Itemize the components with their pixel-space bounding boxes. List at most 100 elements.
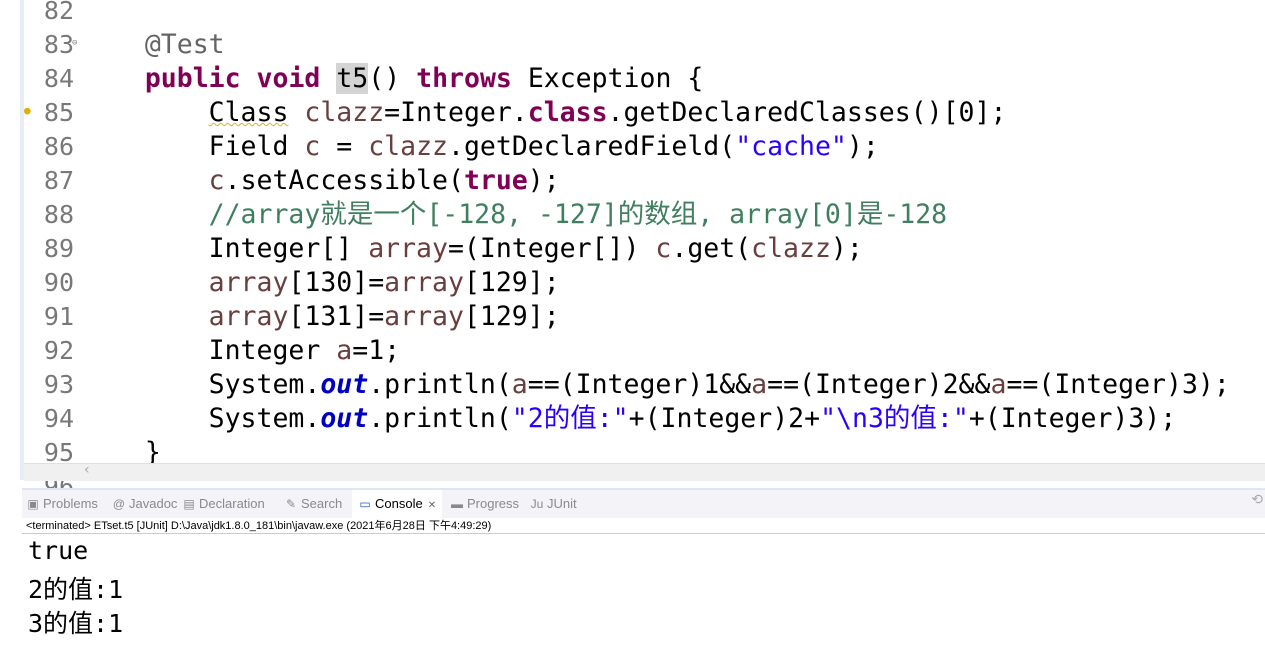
javadoc-icon: @ — [112, 497, 126, 511]
code-token: .setAccessible( — [224, 165, 464, 196]
code-token: .getDeclaredClasses()[0]; — [607, 97, 1007, 128]
code-line: Integer[] array=(Integer[]) c.get(clazz)… — [81, 232, 863, 266]
code-token: () — [368, 63, 417, 94]
code-token: c — [208, 165, 225, 196]
code-token: "\n3的值:" — [820, 403, 969, 434]
code-token: ); — [830, 233, 863, 264]
tab-label: Progress — [467, 496, 520, 511]
line-number: 86 — [43, 132, 74, 161]
tab-label: Search — [301, 496, 343, 511]
code-token: ==(Integer)3); — [1006, 369, 1230, 400]
console-line: 3的值:1 — [28, 609, 124, 638]
close-icon[interactable]: ✕ — [428, 500, 436, 511]
code-token: c — [655, 233, 672, 264]
code-token: t5 — [336, 63, 369, 94]
warning-icon[interactable]: ● — [24, 104, 31, 117]
code-token: .get( — [671, 233, 752, 264]
code-token: ==(Integer)1&& — [527, 369, 752, 400]
code-line: Field c = clazz.getDeclaredField("cache"… — [81, 130, 879, 164]
code-token: Integer[] — [81, 233, 369, 264]
junit-icon: Ju — [530, 497, 544, 511]
code-token: array — [384, 301, 464, 332]
code-token: .println( — [368, 369, 512, 400]
code-token: array — [368, 233, 448, 264]
tab-declaration[interactable]: ▤ Declaration — [182, 496, 264, 511]
line-number: 83 — [43, 30, 74, 59]
code-token: a — [751, 369, 768, 400]
fold-icon[interactable]: ⊖ — [72, 38, 77, 48]
code-line: Class clazz=Integer.class.getDeclaredCla… — [81, 96, 1007, 130]
code-token: "2的值:" — [511, 403, 629, 434]
tab-label: Javadoc — [129, 496, 178, 511]
progress-icon: ▬ — [451, 497, 463, 511]
code-token: Field — [81, 131, 305, 162]
console-line: true — [28, 536, 89, 565]
code-token: void — [256, 63, 321, 94]
code-token: clazz — [368, 131, 448, 162]
code-token: System. — [81, 403, 321, 434]
code-token: public — [144, 63, 241, 94]
code-token: a — [511, 369, 528, 400]
tab-progress[interactable]: ▬ Progress — [450, 496, 519, 511]
line-number: 92 — [43, 336, 74, 365]
console-icon: ▭ — [359, 497, 371, 511]
line-number: 87 — [43, 166, 74, 195]
code-token: [131]= — [288, 301, 385, 332]
divider — [22, 533, 1265, 534]
tab-console[interactable]: ▭ Console ✕ — [352, 490, 443, 518]
pin-console-icon[interactable]: ⟲ — [1251, 492, 1263, 508]
code-token: [130]= — [288, 267, 385, 298]
search-icon: ✎ — [285, 497, 297, 511]
console-status: <terminated> ETset.t5 [JUnit] D:\Java\jd… — [26, 520, 492, 532]
line-number: 89 — [43, 234, 74, 263]
code-token: out — [320, 403, 369, 434]
code-token: .println( — [368, 403, 512, 434]
code-editor[interactable]: 82 83 ⊖ @Test 84 public void t5() throws Ex… — [0, 0, 1265, 501]
tab-junit[interactable]: Ju JUnit — [530, 496, 577, 511]
line-number: 91 — [43, 302, 74, 331]
code-token: =(Integer[]) — [447, 233, 656, 264]
line-number: 82 — [43, 0, 74, 25]
code-token: [129]; — [463, 267, 560, 298]
tab-problems[interactable]: ▣ Problems — [26, 496, 98, 511]
tab-javadoc[interactable]: @ Javadoc — [112, 496, 178, 511]
code-token: = — [320, 131, 369, 162]
horizontal-scrollbar[interactable]: ‹ — [24, 462, 1265, 481]
code-token: ==(Integer)2&& — [767, 369, 991, 400]
line-number: 94 — [43, 404, 74, 433]
scroll-left-icon[interactable]: ‹ — [84, 462, 90, 478]
code-line: System.out.println("2的值:"+(Integer)2+"\n… — [81, 402, 1177, 436]
code-token: .getDeclaredField( — [448, 131, 736, 162]
left-margin — [0, 480, 22, 664]
code-token: class — [527, 97, 608, 128]
code-token: c — [304, 131, 321, 162]
code-token: Exception { — [511, 63, 704, 94]
tab-search[interactable]: ✎ Search — [284, 496, 342, 511]
code-token: out — [320, 369, 369, 400]
code-token: array — [208, 301, 289, 332]
code-line: Integer a=1; — [81, 334, 401, 368]
code-token: "cache" — [735, 131, 847, 162]
code-token: throws — [416, 63, 512, 94]
line-number: 93 — [43, 370, 74, 399]
line-number: 90 — [43, 268, 74, 297]
code-token: array — [384, 267, 464, 298]
code-token: ); — [846, 131, 879, 162]
code-token: +(Integer)3); — [968, 403, 1177, 434]
code-token: @Test — [144, 29, 225, 60]
tab-label: Console — [375, 496, 423, 511]
tab-label: Problems — [43, 496, 98, 511]
code-line: array[131]=array[129]; — [81, 300, 560, 334]
code-token: System. — [81, 369, 321, 400]
console-line: 2的值:1 — [28, 575, 124, 604]
code-token: true — [463, 165, 528, 196]
tab-label: JUnit — [547, 496, 577, 511]
code-token: =1; — [352, 335, 401, 366]
